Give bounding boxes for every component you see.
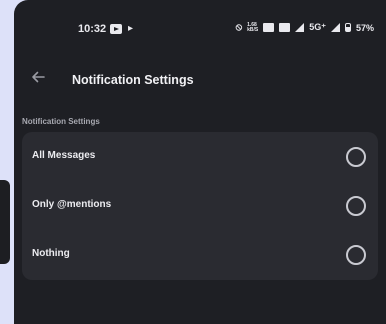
notification-app-icon: ▸ [128, 23, 134, 34]
side-handle [0, 180, 10, 264]
radio-button[interactable] [346, 245, 366, 265]
battery-level: 57% [355, 22, 374, 33]
top-app-bar: Notification Settings [14, 60, 386, 96]
status-bar: 10:32 ▸ ⦸ 1.68 kB/S 5G⁺ 57% [14, 0, 386, 58]
option-label: All Messages [32, 150, 96, 161]
options-card: All Messages Only @mentions Nothing [22, 132, 378, 280]
signal-icon [295, 23, 305, 32]
phone-screen: 10:32 ▸ ⦸ 1.68 kB/S 5G⁺ 57% Notification… [14, 0, 386, 324]
speed-unit: kB/S [247, 26, 259, 33]
radio-button[interactable] [346, 196, 366, 216]
option-only-mentions[interactable]: Only @mentions [22, 181, 378, 230]
status-time: 10:32 [78, 23, 107, 35]
volte-icon [263, 23, 275, 32]
video-app-icon [110, 24, 122, 34]
page-title: Notification Settings [72, 73, 194, 87]
option-label: Nothing [32, 248, 70, 259]
network-type: 5G⁺ [309, 22, 326, 32]
radio-button[interactable] [346, 147, 366, 167]
option-nothing[interactable]: Nothing [22, 230, 378, 279]
network-speed: 1.68 kB/S [247, 22, 259, 33]
mute-icon: ⦸ [235, 22, 243, 33]
option-all-messages[interactable]: All Messages [22, 132, 378, 181]
status-right-group: ⦸ 1.68 kB/S 5G⁺ 57% [236, 22, 374, 33]
page-frame: 10:32 ▸ ⦸ 1.68 kB/S 5G⁺ 57% Notification… [0, 0, 386, 324]
section-label: Notification Settings [22, 117, 100, 126]
battery-icon [344, 23, 351, 32]
signal-icon-2 [330, 23, 340, 32]
volte-icon-2 [279, 23, 291, 32]
option-label: Only @mentions [32, 199, 112, 210]
back-arrow-icon[interactable] [28, 67, 48, 87]
